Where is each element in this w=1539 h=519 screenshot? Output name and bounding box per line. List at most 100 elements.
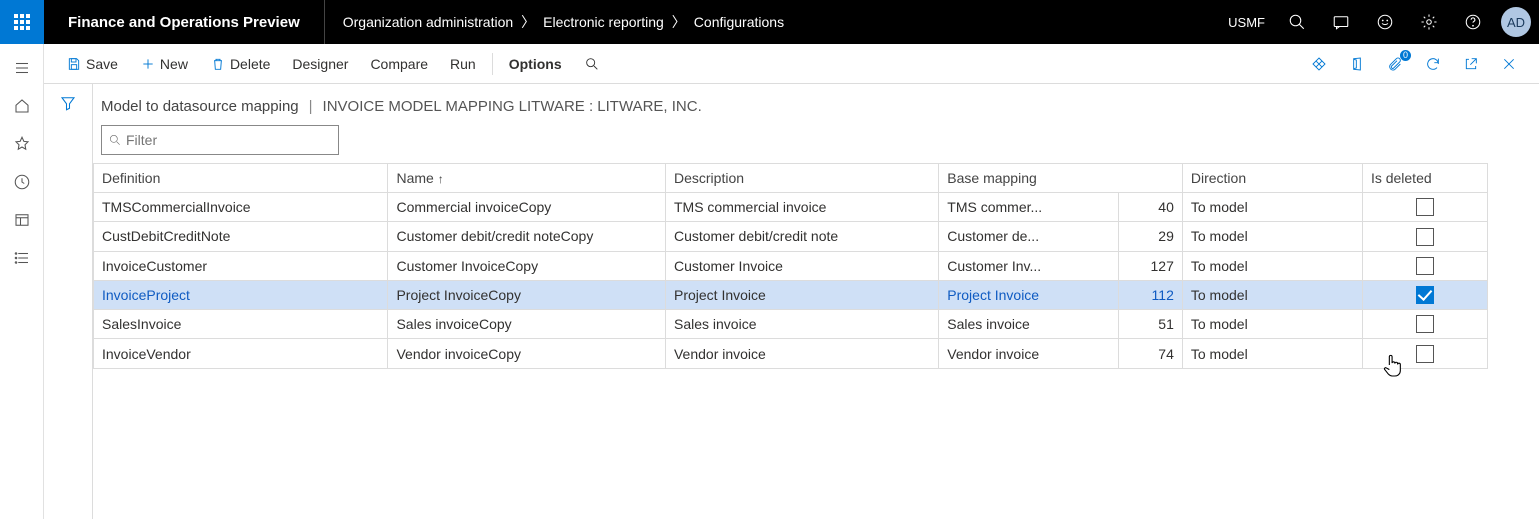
office-button[interactable]	[1339, 52, 1375, 76]
save-button[interactable]: Save	[56, 52, 128, 76]
workspaces-button[interactable]	[4, 204, 40, 236]
cell-base-mapping[interactable]: Sales invoice	[939, 310, 1119, 339]
checkbox[interactable]	[1416, 228, 1434, 246]
table-row[interactable]: InvoiceProjectProject InvoiceCopyProject…	[94, 280, 1488, 309]
cell-direction[interactable]: To model	[1182, 193, 1362, 222]
table-row[interactable]: SalesInvoiceSales invoiceCopySales invoi…	[94, 310, 1488, 339]
col-base-mapping[interactable]: Base mapping	[939, 164, 1183, 193]
col-name[interactable]: Name ↑	[388, 164, 666, 193]
col-is-deleted[interactable]: Is deleted	[1362, 164, 1487, 193]
help-button[interactable]	[1453, 0, 1493, 44]
search-button[interactable]	[1277, 0, 1317, 44]
cell-definition[interactable]: TMSCommercialInvoice	[94, 193, 388, 222]
messages-button[interactable]	[1321, 0, 1361, 44]
toolbar-search-button[interactable]	[574, 52, 610, 76]
cell-base-mapping[interactable]: Customer Inv...	[939, 251, 1119, 280]
feedback-button[interactable]	[1365, 0, 1405, 44]
cell-count[interactable]: 40	[1119, 193, 1183, 222]
cell-count[interactable]: 112	[1119, 280, 1183, 309]
breadcrumb-item-1[interactable]: Electronic reporting	[543, 14, 664, 30]
cell-definition[interactable]: InvoiceVendor	[94, 339, 388, 368]
cell-name[interactable]: Vendor invoiceCopy	[388, 339, 666, 368]
company-code[interactable]: USMF	[1220, 15, 1273, 30]
cell-base-mapping[interactable]: Project Invoice	[939, 280, 1119, 309]
checkbox[interactable]	[1416, 257, 1434, 275]
col-definition[interactable]: Definition	[94, 164, 388, 193]
table-row[interactable]: CustDebitCreditNoteCustomer debit/credit…	[94, 222, 1488, 251]
filter-box[interactable]	[101, 125, 339, 155]
recent-button[interactable]	[4, 166, 40, 198]
cell-name[interactable]: Commercial invoiceCopy	[388, 193, 666, 222]
cell-is-deleted[interactable]	[1362, 251, 1487, 280]
cell-count[interactable]: 29	[1119, 222, 1183, 251]
checkbox[interactable]	[1416, 286, 1434, 304]
hamburger-button[interactable]	[4, 52, 40, 84]
run-button[interactable]: Run	[440, 52, 486, 76]
cell-is-deleted[interactable]	[1362, 339, 1487, 368]
cell-direction[interactable]: To model	[1182, 339, 1362, 368]
settings-button[interactable]	[1409, 0, 1449, 44]
cell-description[interactable]: Customer debit/credit note	[665, 222, 938, 251]
breadcrumb-item-2[interactable]: Configurations	[694, 14, 784, 30]
cell-is-deleted[interactable]	[1362, 280, 1487, 309]
cell-description[interactable]: TMS commercial invoice	[665, 193, 938, 222]
mapping-grid: Definition Name ↑ Description Base mappi…	[93, 163, 1488, 369]
modules-button[interactable]	[4, 242, 40, 274]
cell-count[interactable]: 74	[1119, 339, 1183, 368]
gear-icon	[1420, 13, 1438, 31]
cell-direction[interactable]: To model	[1182, 251, 1362, 280]
cell-definition[interactable]: SalesInvoice	[94, 310, 388, 339]
cell-description[interactable]: Customer Invoice	[665, 251, 938, 280]
cell-name[interactable]: Customer InvoiceCopy	[388, 251, 666, 280]
app-launcher[interactable]	[0, 0, 44, 44]
cell-description[interactable]: Vendor invoice	[665, 339, 938, 368]
col-direction[interactable]: Direction	[1182, 164, 1362, 193]
compare-label: Compare	[370, 56, 428, 72]
link-button[interactable]	[1301, 52, 1337, 76]
cell-definition[interactable]: CustDebitCreditNote	[94, 222, 388, 251]
options-button[interactable]: Options	[499, 52, 572, 76]
close-button[interactable]	[1491, 52, 1527, 76]
col-description[interactable]: Description	[665, 164, 938, 193]
cell-direction[interactable]: To model	[1182, 222, 1362, 251]
cell-is-deleted[interactable]	[1362, 310, 1487, 339]
cell-direction[interactable]: To model	[1182, 280, 1362, 309]
avatar[interactable]: AD	[1501, 7, 1531, 37]
breadcrumb-item-0[interactable]: Organization administration	[343, 14, 513, 30]
designer-button[interactable]: Designer	[282, 52, 358, 76]
checkbox[interactable]	[1416, 345, 1434, 363]
table-row[interactable]: InvoiceCustomerCustomer InvoiceCopyCusto…	[94, 251, 1488, 280]
compare-button[interactable]: Compare	[360, 52, 438, 76]
table-row[interactable]: TMSCommercialInvoiceCommercial invoiceCo…	[94, 193, 1488, 222]
cell-base-mapping[interactable]: Customer de...	[939, 222, 1119, 251]
cell-name[interactable]: Project InvoiceCopy	[388, 280, 666, 309]
table-row[interactable]: InvoiceVendorVendor invoiceCopyVendor in…	[94, 339, 1488, 368]
cell-direction[interactable]: To model	[1182, 310, 1362, 339]
cell-description[interactable]: Sales invoice	[665, 310, 938, 339]
new-button[interactable]: New	[130, 52, 198, 76]
title-separator: |	[309, 98, 313, 115]
cell-is-deleted[interactable]	[1362, 222, 1487, 251]
cell-definition[interactable]: InvoiceCustomer	[94, 251, 388, 280]
checkbox[interactable]	[1416, 198, 1434, 216]
cell-is-deleted[interactable]	[1362, 193, 1487, 222]
delete-button[interactable]: Delete	[200, 52, 280, 76]
cell-base-mapping[interactable]: Vendor invoice	[939, 339, 1119, 368]
breadcrumb: Organization administration 〉 Electronic…	[325, 12, 1220, 32]
cell-count[interactable]: 51	[1119, 310, 1183, 339]
cell-description[interactable]: Project Invoice	[665, 280, 938, 309]
filter-rail-button[interactable]	[59, 94, 77, 519]
cell-base-mapping[interactable]: TMS commer...	[939, 193, 1119, 222]
checkbox[interactable]	[1416, 315, 1434, 333]
popout-button[interactable]	[1453, 52, 1489, 76]
attachments-button[interactable]: 0	[1377, 52, 1413, 76]
header-right: USMF AD	[1220, 0, 1539, 44]
filter-input[interactable]	[126, 132, 332, 148]
cell-count[interactable]: 127	[1119, 251, 1183, 280]
home-button[interactable]	[4, 90, 40, 122]
cell-name[interactable]: Customer debit/credit noteCopy	[388, 222, 666, 251]
cell-name[interactable]: Sales invoiceCopy	[388, 310, 666, 339]
refresh-button[interactable]	[1415, 52, 1451, 76]
favorites-button[interactable]	[4, 128, 40, 160]
cell-definition[interactable]: InvoiceProject	[94, 280, 388, 309]
